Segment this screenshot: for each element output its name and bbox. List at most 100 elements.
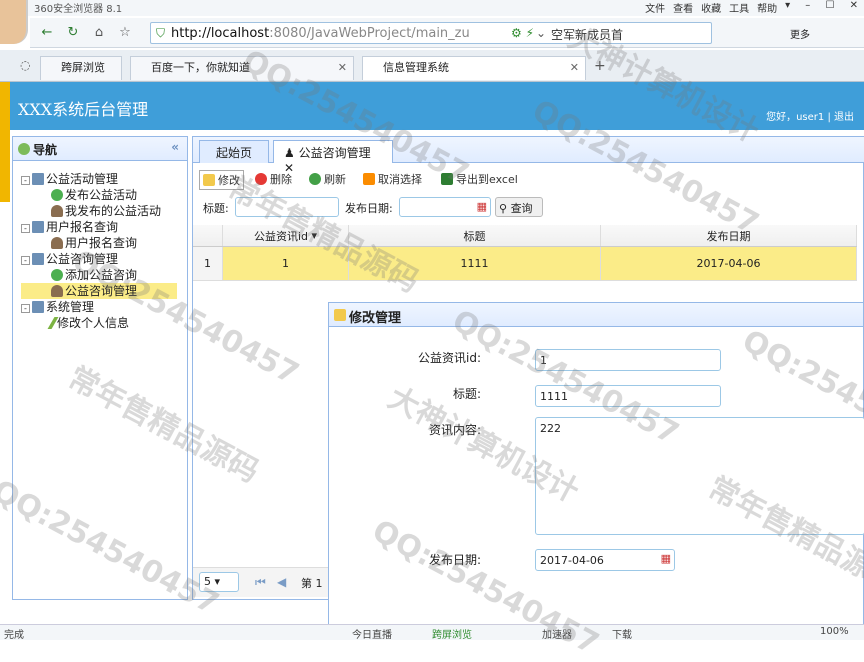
tree-item-add-consult[interactable]: 添加公益咨询 (51, 267, 137, 283)
nav-header: 导航 « (13, 137, 187, 161)
nav-title: 导航 (33, 143, 58, 157)
delete-button[interactable]: 删除 (255, 171, 292, 187)
nav-panel: 导航 « - 公益活动管理 发布公益活动 我发布的公益活动 - 用户报名查询 用户报… (12, 136, 188, 600)
tree-item-my-activity[interactable]: 我发布的公益活动 (51, 203, 161, 219)
address-url[interactable]: http://localhost:8080/JavaWebProject/mai… (171, 26, 470, 41)
user-avatar-icon[interactable] (0, 0, 28, 44)
home-icon[interactable]: ⌂ (90, 24, 108, 42)
address-bar[interactable]: ⛉ http://localhost:8080/JavaWebProject/m… (150, 22, 712, 44)
status-accelerator[interactable]: 加速器 (542, 626, 572, 641)
col-id[interactable]: 公益资讯id ▾ (223, 225, 349, 246)
dialog-header: 修改管理 (329, 303, 863, 327)
tree-group-consult[interactable]: - 公益咨询管理 (21, 251, 118, 267)
computer-icon (32, 221, 44, 233)
col-title[interactable]: 标题 (349, 225, 601, 246)
tree-item-publish-activity[interactable]: 发布公益活动 (51, 187, 137, 203)
tree-group-system[interactable]: - 系统管理 (21, 299, 94, 315)
col-date[interactable]: 发布日期 (601, 225, 857, 246)
delete-icon (255, 173, 267, 185)
edit-icon (334, 309, 346, 321)
back-icon[interactable]: ← (38, 24, 56, 42)
browser-status-bar: 完成 今日直播 跨屏浏览 加速器 下载 100% (0, 624, 864, 641)
date-search-input[interactable]: ▦ (399, 197, 491, 217)
menu-favorites[interactable]: 收藏 (701, 0, 721, 16)
excel-icon (441, 173, 453, 185)
cancel-select-button[interactable]: 取消选择 (363, 171, 422, 187)
browser-tab-bar: ◌ 跨屏浏览 百度一下，你就知道 ✕ 信息管理系统 ✕ + (0, 50, 864, 82)
tree-item-signup-query[interactable]: 用户报名查询 (51, 235, 137, 251)
title-search-input[interactable] (235, 197, 339, 217)
close-icon[interactable]: ✕ (338, 57, 347, 79)
grid-header: 公益资讯id ▾ 标题 发布日期 (193, 225, 857, 247)
computer-icon (32, 173, 44, 185)
more-menu[interactable]: 更多 (790, 26, 810, 41)
field-id-label: 公益资讯id: (418, 351, 481, 365)
tab-cross-screen[interactable]: 跨屏浏览 (40, 56, 122, 80)
ext-icons[interactable]: ⚙ ⚡ (511, 26, 534, 40)
prev-page-icon[interactable]: ◀ (277, 575, 286, 589)
date-label: 发布日期: (345, 202, 393, 215)
first-page-icon[interactable]: ⏮ (255, 575, 266, 590)
data-grid: 公益资讯id ▾ 标题 发布日期 1 1 1111 2017-04-06 (193, 225, 857, 281)
tab-consult-manage[interactable]: ♟ 公益咨询管理 ✕ (273, 140, 393, 175)
tab-home[interactable]: 起始页 (199, 140, 269, 163)
refresh-icon[interactable]: ↻ (64, 24, 82, 42)
computer-icon (32, 301, 44, 313)
query-button[interactable]: ⚲ 查询 (495, 197, 543, 217)
tree-group-signup[interactable]: - 用户报名查询 (21, 219, 118, 235)
star-icon[interactable]: ☆ (116, 24, 134, 42)
menu-tools[interactable]: 工具 (729, 0, 749, 16)
close-icon[interactable]: ✕ (570, 57, 579, 79)
calendar-icon: ▦ (660, 552, 671, 565)
browser-menu: 文件 查看 收藏 工具 帮助 ▾ – ☐ ✕ (637, 0, 864, 16)
field-date-input[interactable]: 2017-04-06 ▦ (535, 549, 675, 571)
export-excel-button[interactable]: 导出到excel (441, 171, 518, 187)
user-info[interactable]: 您好，user1 | 退出 (766, 108, 854, 123)
side-strip (0, 82, 10, 202)
tree-item-edit-profile[interactable]: 修改个人信息 (47, 315, 129, 331)
menu-file[interactable]: 文件 (645, 0, 665, 16)
app-title: XXX系统后台管理 (18, 100, 149, 119)
window-controls[interactable]: ▾ – ☐ ✕ (785, 0, 864, 16)
undo-icon (363, 173, 375, 185)
tree-item-consult-manage[interactable]: 公益咨询管理 (21, 283, 177, 299)
tree-group-activity[interactable]: - 公益活动管理 (21, 171, 118, 187)
field-content-label: 资讯内容: (428, 423, 481, 437)
search-icon: ⚲ (499, 202, 508, 215)
dialog-title: 修改管理 (349, 311, 402, 326)
tab-info-system[interactable]: 信息管理系统 ✕ (362, 56, 586, 80)
nav-icon (18, 143, 30, 155)
status-zoom[interactable]: 100% (820, 626, 849, 637)
content-tabs: 起始页 ♟ 公益咨询管理 ✕ (193, 137, 864, 175)
search-bar: 标题: 发布日期: ▦ ⚲ 查询 (193, 195, 864, 221)
menu-help[interactable]: 帮助 (757, 0, 777, 16)
user-icon (51, 205, 63, 217)
table-row[interactable]: 1 1 1111 2017-04-06 (193, 247, 857, 281)
edit-icon (203, 174, 215, 186)
shield-icon: ⛉ (156, 26, 166, 40)
chevron-down-icon[interactable]: ⌄ (536, 26, 546, 40)
user-icon (51, 285, 63, 297)
field-title-input[interactable]: 1111 (535, 385, 721, 407)
field-content-textarea[interactable]: 222 (535, 417, 864, 535)
tab-baidu[interactable]: 百度一下，你就知道 ✕ (130, 56, 354, 80)
field-id-input[interactable]: 1 (535, 349, 721, 371)
page-size-select[interactable]: 5 ▾ (199, 572, 239, 592)
refresh-icon (309, 173, 321, 185)
new-tab-icon[interactable]: + (594, 58, 606, 74)
status-cross-screen[interactable]: 跨屏浏览 (432, 626, 472, 641)
cloud-icon[interactable]: ◌ (20, 58, 30, 72)
collapse-icon[interactable]: « (171, 140, 179, 154)
title-label: 标题: (203, 202, 229, 215)
edit-button[interactable]: 修改 (199, 170, 244, 190)
search-box[interactable]: 空军新成员首 (551, 26, 623, 43)
refresh-button[interactable]: 刷新 (309, 171, 346, 187)
toolbar: 修改 删除 刷新 取消选择 导出到excel (193, 167, 864, 191)
plus-icon (51, 189, 63, 201)
plus-icon (51, 269, 63, 281)
menu-view[interactable]: 查看 (673, 0, 693, 16)
status-live[interactable]: 今日直播 (352, 626, 392, 641)
edit-dialog: 修改管理 公益资讯id: 1 标题: 1111 资讯内容: 222 发布日期: … (328, 302, 864, 640)
status-download[interactable]: 下载 (612, 626, 632, 641)
page-label: 第 1 (301, 577, 323, 590)
